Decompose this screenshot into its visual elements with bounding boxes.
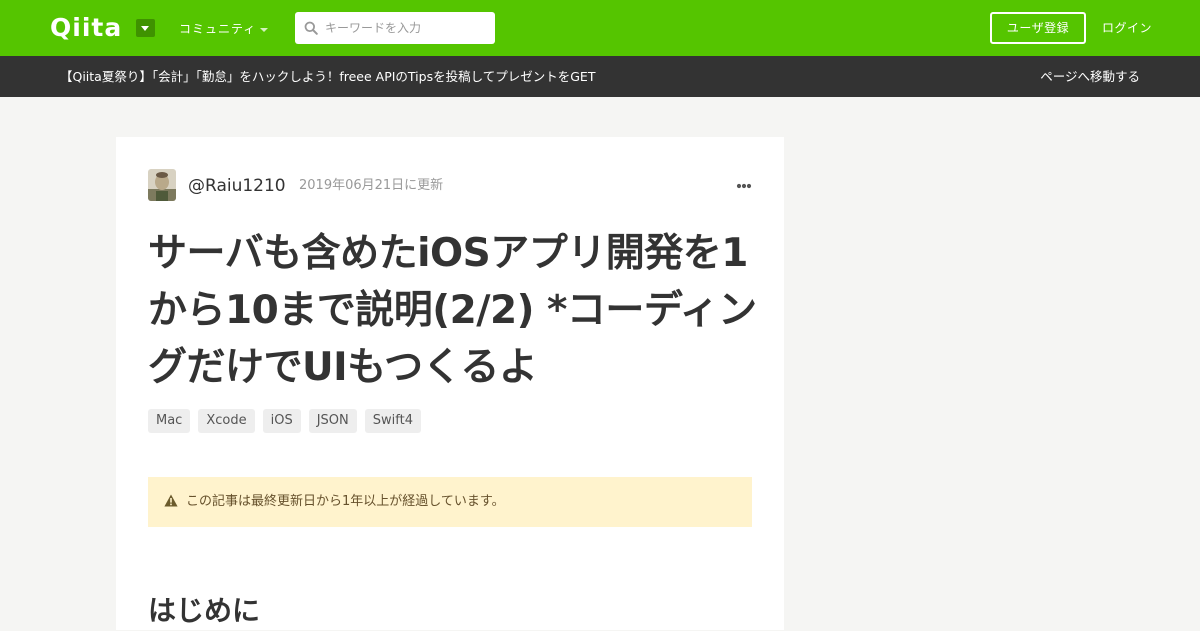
more-horizontal-icon[interactable]: [736, 183, 752, 189]
login-link[interactable]: ログイン: [1102, 20, 1152, 36]
signup-button[interactable]: ユーザ登録: [990, 12, 1086, 44]
logo-dropdown-button[interactable]: [136, 19, 155, 37]
tag[interactable]: iOS: [262, 409, 301, 433]
search-box: [295, 12, 495, 44]
section-heading: はじめに: [148, 594, 261, 627]
avatar[interactable]: [148, 169, 176, 201]
tag[interactable]: JSON: [308, 409, 357, 433]
article-title: サーバも含めたiOSアプリ開発を1から10まで説明(2/2) *コーディングだけ…: [148, 231, 757, 390]
article-card: @Raiu1210 2019年06月21日に更新 サーバも含めたiOSアプリ開発…: [116, 137, 784, 630]
outdated-notice: この記事は最終更新日から1年以上が経過しています。: [148, 477, 752, 527]
tag[interactable]: Mac: [148, 409, 191, 433]
notice-text: この記事は最終更新日から1年以上が経過しています。: [186, 494, 505, 509]
warning-triangle-icon: [164, 494, 178, 507]
chevron-down-icon: [260, 28, 268, 32]
tag-list: Mac Xcode iOS JSON Swift4: [148, 409, 421, 433]
tag[interactable]: Xcode: [198, 409, 255, 433]
banner-text: 【Qiita夏祭り】「会計」「勤怠」をハックしよう！freee APIのTips…: [60, 69, 596, 84]
qiita-logo[interactable]: Qiita: [50, 13, 122, 43]
campaign-banner: 【Qiita夏祭り】「会計」「勤怠」をハックしよう！freee APIのTips…: [0, 56, 1200, 97]
tag[interactable]: Swift4: [364, 409, 421, 433]
author-username[interactable]: @Raiu1210: [188, 175, 286, 197]
search-icon: [304, 21, 318, 35]
banner-link[interactable]: ページへ移動する: [1040, 68, 1140, 85]
global-header: Qiita コミュニティ ユーザ登録 ログイン: [0, 0, 1200, 56]
community-menu[interactable]: コミュニティ: [179, 21, 256, 37]
updated-date: 2019年06月21日に更新: [299, 178, 444, 193]
search-input[interactable]: [325, 12, 491, 44]
